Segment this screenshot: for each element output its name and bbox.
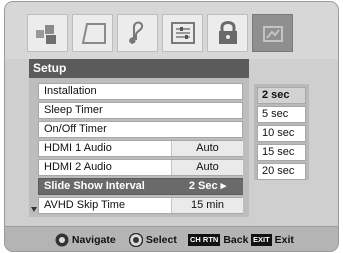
exit-label: Exit [274,234,294,246]
option-item[interactable]: 15 sec [257,144,306,161]
menu-item-installation[interactable]: Installation [38,83,243,100]
menu-item-on-off-timer[interactable]: On/Off Timer [38,121,243,138]
menu-item-hdmi1-audio[interactable]: HDMI 1 Audio Auto [38,140,243,157]
menu-item-label: Installation [44,85,97,97]
option-item[interactable]: 10 sec [257,125,306,142]
picture-icon [35,25,56,44]
menu-item-sleep-timer[interactable]: Sleep Timer [38,102,243,119]
option-item[interactable]: 5 sec [257,106,306,123]
navigate-dpad-icon [55,233,69,247]
menu-item-label: HDMI 1 Audio [44,142,112,154]
tab-picture[interactable] [27,14,68,52]
tab-setup[interactable] [252,14,293,52]
tab-locks[interactable] [207,14,248,52]
tv-menu-screen: Setup Installation Sleep Timer On/Off Ti… [4,1,339,252]
tab-audio[interactable] [117,14,158,52]
setup-icon [262,26,283,42]
menu-item-label: Sleep Timer [44,104,103,116]
screen-icon [81,23,106,44]
menu-item-value: Auto [171,141,243,156]
interval-options-list: 2 sec 5 sec 10 sec 15 sec 20 sec [254,84,309,180]
menu-title: Setup [29,59,249,78]
menu-item-slide-show-interval[interactable]: Slide Show Interval 2 Sec ▸ [38,178,243,195]
menu-item-hdmi2-audio[interactable]: HDMI 2 Audio Auto [38,159,243,176]
menu-item-label: Slide Show Interval [44,180,145,192]
tab-preferences[interactable] [162,14,203,52]
navigate-hint: Navigate [55,233,116,247]
select-hint: Select [128,232,177,248]
setup-menu-panel: Setup Installation Sleep Timer On/Off Ti… [29,59,249,217]
select-button-icon [128,232,144,248]
menu-item-value: 2 Sec ▸ [171,179,243,194]
menu-item-value: Auto [171,160,243,175]
exit-key-icon: EXIT [251,234,272,247]
menu-item-label: On/Off Timer [44,123,107,135]
select-label: Select [145,234,177,246]
menu-item-avhd-skip-time[interactable]: AVHD Skip Time 15 min [38,197,243,214]
menu-item-value: 15 min [171,198,243,213]
lock-icon [218,21,237,44]
back-label: Back [223,234,249,246]
menu-item-label: HDMI 2 Audio [44,161,112,173]
settings-sliders-icon [170,22,195,44]
scroll-down-arrow-icon[interactable] [31,207,37,212]
menu-icon-bar [5,2,338,59]
back-hint: CH RTN Back [188,233,248,247]
footer-help-bar: Navigate Select CH RTN Back EXIT Exit [5,226,338,251]
tab-screen[interactable] [72,14,113,52]
menu-item-label: AVHD Skip Time [44,199,126,211]
exit-hint: EXIT Exit [251,233,294,247]
ch-rtn-key-icon: CH RTN [188,234,221,247]
navigate-label: Navigate [71,234,116,246]
option-item[interactable]: 20 sec [257,163,306,180]
music-note-icon [128,21,143,44]
option-item[interactable]: 2 sec [257,87,306,104]
